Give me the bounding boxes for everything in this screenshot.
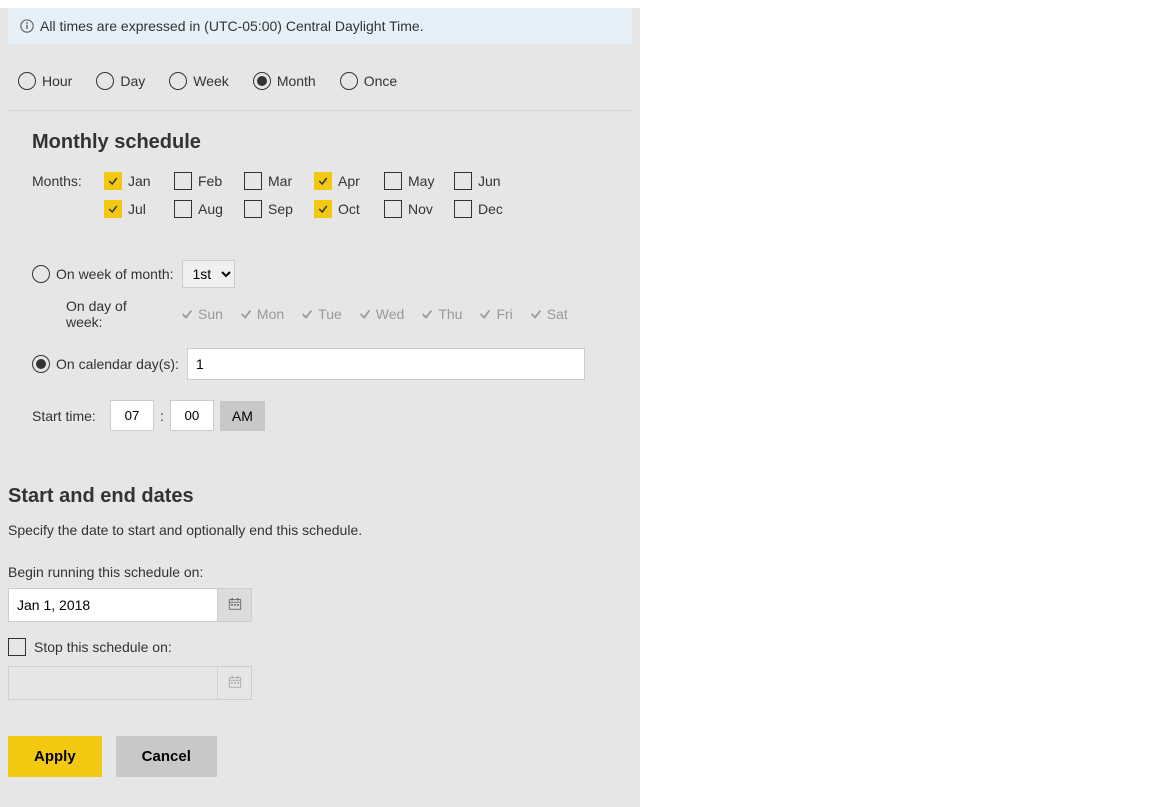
frequency-month[interactable]: Month	[253, 72, 316, 90]
month-apr[interactable]: Apr	[314, 172, 370, 190]
timezone-text: All times are expressed in (UTC-05:00) C…	[40, 18, 424, 34]
start-hour-input[interactable]	[110, 400, 154, 431]
apply-button[interactable]: Apply	[8, 736, 102, 777]
month-jan[interactable]: Jan	[104, 172, 160, 190]
start-minute-input[interactable]	[170, 400, 214, 431]
on-week-radio[interactable]: On week of month:	[32, 265, 174, 283]
month-feb[interactable]: Feb	[174, 172, 230, 190]
dates-title: Start and end dates	[8, 485, 632, 508]
month-jul[interactable]: Jul	[104, 200, 160, 218]
day-tue: Tue	[300, 306, 342, 322]
stop-schedule-checkbox[interactable]	[8, 638, 26, 656]
day-fri: Fri	[478, 306, 512, 322]
day-wed: Wed	[358, 306, 405, 322]
day-thu: Thu	[420, 306, 462, 322]
frequency-row: Hour Day Week Month Once	[0, 52, 640, 110]
stop-date-input	[8, 666, 218, 700]
ampm-toggle[interactable]: AM	[220, 401, 265, 431]
frequency-day[interactable]: Day	[96, 72, 145, 90]
week-of-month-select[interactable]: 1st	[182, 260, 235, 288]
start-time-label: Start time:	[32, 408, 104, 424]
day-mon: Mon	[239, 306, 284, 322]
stop-date-picker-button	[218, 666, 252, 700]
stop-schedule-label: Stop this schedule on:	[34, 639, 172, 655]
month-mar[interactable]: Mar	[244, 172, 300, 190]
monthly-title: Monthly schedule	[32, 131, 632, 154]
month-nov[interactable]: Nov	[384, 200, 440, 218]
month-jun[interactable]: Jun	[454, 172, 510, 190]
month-sep[interactable]: Sep	[244, 200, 300, 218]
calendar-days-input[interactable]	[187, 348, 585, 380]
calendar-days-label: On calendar day(s):	[56, 356, 179, 372]
dates-description: Specify the date to start and optionally…	[8, 522, 632, 538]
dates-section: Start and end dates Specify the date to …	[0, 461, 640, 726]
month-may[interactable]: May	[384, 172, 440, 190]
day-of-week-label: On day of week:	[66, 298, 166, 330]
timezone-banner: All times are expressed in (UTC-05:00) C…	[8, 8, 632, 44]
month-dec[interactable]: Dec	[454, 200, 510, 218]
cancel-button[interactable]: Cancel	[116, 736, 217, 777]
begin-label: Begin running this schedule on:	[8, 564, 632, 580]
begin-date-picker-button[interactable]	[218, 588, 252, 622]
calendar-icon	[228, 675, 242, 692]
begin-date-input[interactable]	[8, 588, 218, 622]
frequency-hour[interactable]: Hour	[18, 72, 72, 90]
months-label: Months:	[32, 173, 90, 189]
monthly-section: Monthly schedule Months: Jan Feb Mar Apr May…	[0, 131, 640, 461]
on-calendar-days-radio[interactable]: On calendar day(s):	[32, 355, 179, 373]
day-sun: Sun	[180, 306, 223, 322]
frequency-week[interactable]: Week	[169, 72, 229, 90]
calendar-icon	[228, 597, 242, 614]
month-aug[interactable]: Aug	[174, 200, 230, 218]
day-sat: Sat	[529, 306, 568, 322]
month-oct[interactable]: Oct	[314, 200, 370, 218]
frequency-once[interactable]: Once	[340, 72, 397, 90]
info-icon	[20, 19, 34, 33]
on-week-label: On week of month:	[56, 266, 174, 282]
